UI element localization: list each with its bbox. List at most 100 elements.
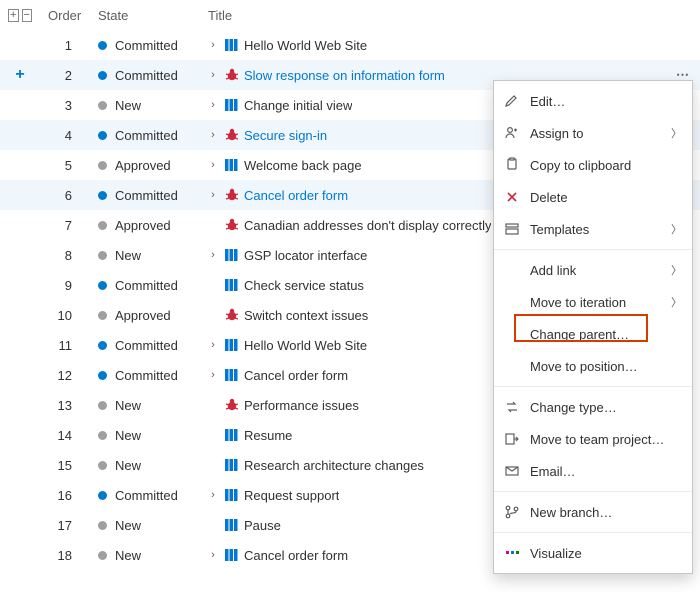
order-cell: 13 — [40, 398, 90, 413]
menu-visualize[interactable]: Visualize — [494, 537, 692, 569]
add-child-icon[interactable]: + — [15, 66, 24, 84]
bug-icon — [224, 398, 238, 412]
state-cell: Committed — [90, 338, 200, 353]
order-cell: 3 — [40, 98, 90, 113]
menu-email[interactable]: Email… — [494, 455, 692, 487]
menu-move-team-project[interactable]: Move to team project… — [494, 423, 692, 455]
state-dot-icon — [98, 251, 107, 260]
title-cell[interactable]: › Hello World Web Site — [200, 38, 666, 53]
col-order[interactable]: Order — [40, 8, 90, 23]
state-text: New — [115, 548, 141, 563]
menu-edit[interactable]: Edit… — [494, 85, 692, 117]
chevron-right-icon[interactable]: › — [208, 249, 218, 261]
order-cell: 17 — [40, 518, 90, 533]
work-item-title[interactable]: Cancel order form — [244, 548, 348, 563]
chevron-right-icon[interactable]: › — [208, 69, 218, 81]
work-item-title[interactable]: Canadian addresses don't display correct… — [244, 218, 491, 233]
work-item-title[interactable]: Check service status — [244, 278, 364, 293]
bug-icon — [224, 68, 238, 82]
menu-separator — [494, 249, 692, 250]
state-cell: Committed — [90, 128, 200, 143]
work-item-title[interactable]: Switch context issues — [244, 308, 368, 323]
state-dot-icon — [98, 431, 107, 440]
menu-change-parent[interactable]: Change parent… — [494, 318, 692, 350]
chevron-right-icon[interactable]: › — [208, 39, 218, 51]
work-item-title[interactable]: Hello World Web Site — [244, 38, 367, 53]
work-item-title[interactable]: Request support — [244, 488, 339, 503]
state-text: Approved — [115, 158, 171, 173]
state-cell: New — [90, 458, 200, 473]
chevron-right-icon[interactable]: › — [208, 369, 218, 381]
person-icon — [504, 125, 520, 141]
menu-new-branch[interactable]: New branch… — [494, 496, 692, 528]
state-text: Approved — [115, 308, 171, 323]
state-cell: New — [90, 98, 200, 113]
bug-icon — [224, 308, 238, 322]
menu-copy[interactable]: Copy to clipboard — [494, 149, 692, 181]
chevron-right-icon[interactable]: › — [208, 129, 218, 141]
state-cell: New — [90, 428, 200, 443]
state-text: New — [115, 428, 141, 443]
work-item-title[interactable]: Slow response on information form — [244, 68, 445, 83]
state-dot-icon — [98, 41, 107, 50]
work-item-title[interactable]: Resume — [244, 428, 292, 443]
order-cell: 9 — [40, 278, 90, 293]
order-cell: 2 — [40, 68, 90, 83]
work-item-title[interactable]: Hello World Web Site — [244, 338, 367, 353]
state-dot-icon — [98, 461, 107, 470]
state-cell: New — [90, 248, 200, 263]
work-item-title[interactable]: Research architecture changes — [244, 458, 424, 473]
table-row[interactable]: 1Committed›Hello World Web Site — [0, 30, 700, 60]
chevron-right-icon[interactable]: › — [208, 99, 218, 111]
backlog-item-icon — [224, 428, 238, 442]
order-cell: 5 — [40, 158, 90, 173]
state-text: Committed — [115, 488, 178, 503]
branch-icon — [504, 504, 520, 520]
backlog-item-icon — [224, 278, 238, 292]
collapse-all-icon[interactable]: − — [22, 9, 33, 22]
col-title[interactable]: Title — [200, 8, 700, 23]
bug-icon — [224, 188, 238, 202]
order-cell: 16 — [40, 488, 90, 503]
menu-change-type[interactable]: Change type… — [494, 391, 692, 423]
menu-move-iteration[interactable]: Move to iteration 〉 — [494, 286, 692, 318]
menu-delete[interactable]: Delete — [494, 181, 692, 213]
state-text: Committed — [115, 128, 178, 143]
state-text: Committed — [115, 368, 178, 383]
menu-add-link[interactable]: Add link 〉 — [494, 254, 692, 286]
pencil-icon — [504, 93, 520, 109]
work-item-title[interactable]: Secure sign-in — [244, 128, 327, 143]
state-cell: Committed — [90, 488, 200, 503]
backlog-item-icon — [224, 368, 238, 382]
state-dot-icon — [98, 101, 107, 110]
expand-all-icon[interactable]: + — [8, 9, 19, 22]
copy-icon — [504, 157, 520, 173]
work-item-title[interactable]: Change initial view — [244, 98, 352, 113]
work-item-title[interactable]: Welcome back page — [244, 158, 362, 173]
chevron-right-icon[interactable]: › — [208, 339, 218, 351]
work-item-title[interactable]: Cancel order form — [244, 368, 348, 383]
chevron-right-icon[interactable]: › — [208, 549, 218, 561]
order-cell: 18 — [40, 548, 90, 563]
menu-templates[interactable]: Templates 〉 — [494, 213, 692, 245]
menu-move-position[interactable]: Move to position… — [494, 350, 692, 382]
backlog-item-icon — [224, 488, 238, 502]
chevron-right-icon: 〉 — [671, 125, 682, 141]
chevron-right-icon[interactable]: › — [208, 489, 218, 501]
col-state[interactable]: State — [90, 8, 200, 23]
state-dot-icon — [98, 191, 107, 200]
backlog-item-icon — [224, 458, 238, 472]
chevron-right-icon[interactable]: › — [208, 159, 218, 171]
work-item-title[interactable]: Pause — [244, 518, 281, 533]
work-item-title[interactable]: Performance issues — [244, 398, 359, 413]
chevron-right-icon[interactable]: › — [208, 189, 218, 201]
order-cell: 10 — [40, 308, 90, 323]
menu-assign-to[interactable]: Assign to 〉 — [494, 117, 692, 149]
state-cell: Committed — [90, 188, 200, 203]
work-item-title[interactable]: Cancel order form — [244, 188, 348, 203]
state-cell: Committed — [90, 38, 200, 53]
order-cell: 14 — [40, 428, 90, 443]
menu-separator — [494, 532, 692, 533]
work-item-title[interactable]: GSP locator interface — [244, 248, 367, 263]
backlog-item-icon — [224, 338, 238, 352]
